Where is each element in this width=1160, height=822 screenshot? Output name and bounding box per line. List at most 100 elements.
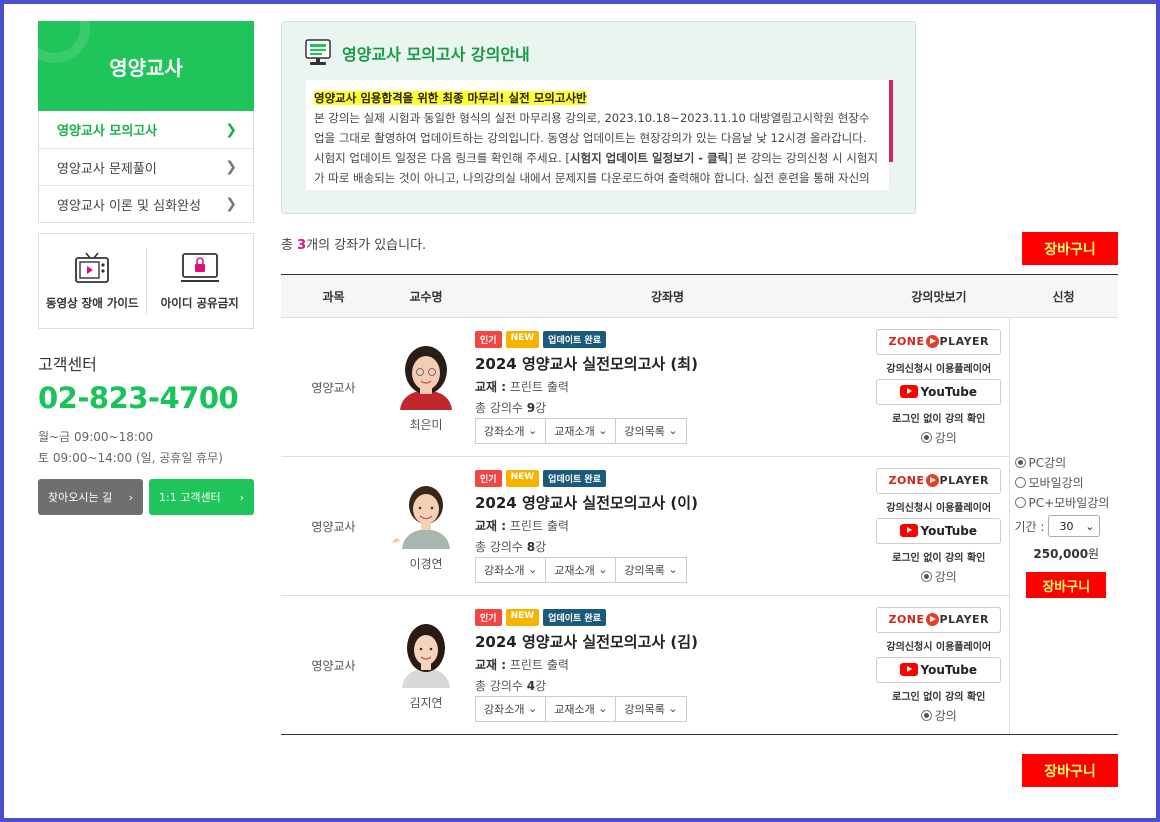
- col-apply: 신청: [1009, 274, 1118, 318]
- zone-player-button[interactable]: ZONE PLAYER: [876, 328, 1002, 355]
- option-pc-mobile[interactable]: PC+모바일강의: [1014, 494, 1119, 511]
- youtube-button[interactable]: YouTube: [876, 656, 1002, 683]
- course-button-group: 강좌소개 ⌄ 교재소개 ⌄ 강의목록 ⌄: [475, 695, 869, 722]
- badge-hot: 인기: [475, 330, 502, 348]
- chevron-right-icon: ❯: [225, 159, 237, 175]
- badge-new: NEW: [505, 608, 540, 626]
- count-suffix: 강: [535, 400, 547, 415]
- course-book: 교재 : 프린트 출력: [475, 378, 869, 395]
- id-sharing-link[interactable]: 아이디 공유금지: [145, 248, 254, 314]
- chevron-down-icon: ⌄: [668, 702, 678, 715]
- zone-player-logo: ZONE: [888, 613, 925, 626]
- zone-player-button[interactable]: ZONE PLAYER: [876, 606, 1002, 633]
- chevron-down-icon: ⌄: [527, 702, 538, 715]
- youtube-caption: 로그인 없이 강의 확인: [892, 413, 986, 425]
- sidebar-item-label: 영양교사 모의고사: [57, 124, 158, 139]
- subject-cell: 영양교사: [281, 317, 386, 457]
- badge-updated: 업데이트 완료: [543, 608, 606, 626]
- course-intro-dropdown[interactable]: 강좌소개 ⌄: [475, 695, 547, 722]
- scrollbar-thumb[interactable]: [889, 80, 893, 162]
- chevron-right-icon: ❯: [225, 121, 237, 138]
- sidebar-item-theory[interactable]: 영양교사 이론 및 심화완성 ❯: [39, 185, 253, 222]
- preview-radio[interactable]: 강의: [869, 429, 1009, 446]
- option-label: 모바일강의: [1028, 476, 1084, 490]
- directions-button[interactable]: 찾아오시는 길 ›: [38, 479, 143, 515]
- count-suffix: 강: [535, 539, 547, 554]
- course-intro-dropdown[interactable]: 강좌소개 ⌄: [475, 556, 547, 583]
- course-button-group: 강좌소개 ⌄ 교재소개 ⌄ 강의목록 ⌄: [475, 556, 869, 583]
- badge-updated: 업데이트 완료: [543, 330, 606, 348]
- preview-cell: ZONE PLAYER 강의신청시 이용플레이어 YouTube 로그인 없이 강…: [869, 595, 1009, 735]
- radio-icon: [1014, 477, 1026, 488]
- tv-icon: [75, 252, 110, 283]
- hours-saturday: 토 09:00~14:00 (일, 공휴일 휴무): [38, 451, 223, 465]
- option-pc[interactable]: PC강의: [1014, 454, 1119, 471]
- professor-name: 최은미: [409, 417, 443, 432]
- course-title[interactable]: 2024 영양교사 실전모의고사 (최): [475, 353, 869, 374]
- lecture-list-dropdown[interactable]: 강의목록 ⌄: [616, 556, 687, 583]
- dropdown-label: 강의목록: [624, 424, 665, 438]
- course-lecture-count: 총 강의수 9강: [475, 399, 869, 416]
- customer-center-phone: 02-823-4700: [38, 381, 239, 415]
- info-header: 영양교사 모의고사 강의안내: [304, 38, 530, 68]
- apply-cart-button[interactable]: 장바구니: [1026, 572, 1107, 598]
- badge-hot: 인기: [475, 608, 502, 626]
- book-intro-dropdown[interactable]: 교재소개 ⌄: [546, 695, 617, 722]
- table-row: 영양교사 이경연 인기 NEW 업데이트 완료 2024 영양교사 실전모의고사…: [281, 456, 1118, 596]
- period-select[interactable]: 30 ⌄: [1048, 515, 1101, 537]
- zone-player-button[interactable]: ZONE PLAYER: [876, 467, 1002, 494]
- cart-button-top[interactable]: 장바구니: [1022, 232, 1118, 265]
- preview-cell: ZONE PLAYER 강의신청시 이용플레이어 YouTube 로그인 없이 강…: [869, 456, 1009, 596]
- badge-group: 인기 NEW 업데이트 완료: [475, 330, 869, 348]
- youtube-button[interactable]: YouTube: [876, 378, 1002, 405]
- price-value: 250,000: [1033, 547, 1089, 561]
- cart-button-bottom[interactable]: 장바구니: [1022, 754, 1118, 787]
- schedule-link[interactable]: 시험지 업데이트 일정보기 - 클릭: [570, 151, 728, 165]
- youtube-icon: [900, 524, 919, 537]
- col-preview: 강의맛보기: [869, 274, 1009, 318]
- sidebar-menu: 영양교사 모의고사 ❯ 영양교사 문제풀이 ❯ 영양교사 이론 및 심화완성 ❯: [38, 111, 254, 223]
- professor-name: 김지연: [409, 695, 443, 710]
- info-body[interactable]: 영양교사 임용합격을 위한 최종 마무리! 실전 모의고사반 본 강의는 실제 …: [306, 80, 893, 190]
- badge-hot: 인기: [475, 469, 502, 487]
- col-professor: 교수명: [386, 274, 466, 318]
- badge-group: 인기 NEW 업데이트 완료: [475, 608, 869, 626]
- sidebar-header: 영양교사: [38, 21, 254, 111]
- chevron-down-icon: ⌄: [668, 424, 678, 437]
- professor-cell: 이경연: [386, 456, 466, 596]
- chevron-down-icon: ⌄: [668, 563, 678, 576]
- video-guide-link[interactable]: 동영상 장애 가이드: [39, 234, 146, 328]
- sidebar: 영양교사 영양교사 모의고사 ❯ 영양교사 문제풀이 ❯ 영양교사 이론 및 심…: [38, 21, 254, 515]
- book-intro-dropdown[interactable]: 교재소개 ⌄: [546, 556, 617, 583]
- course-lecture-count: 총 강의수 4강: [475, 677, 869, 694]
- chevron-down-icon: ⌄: [598, 702, 608, 715]
- professor-photo: [390, 341, 462, 410]
- professor-cell: 김지연: [386, 595, 466, 735]
- course-intro-dropdown[interactable]: 강좌소개 ⌄: [475, 417, 547, 444]
- chevron-down-icon: ⌄: [527, 424, 538, 437]
- course-title[interactable]: 2024 영양교사 실전모의고사 (김): [475, 631, 869, 652]
- youtube-button[interactable]: YouTube: [876, 517, 1002, 544]
- option-mobile[interactable]: 모바일강의: [1014, 474, 1119, 491]
- lecture-list-dropdown[interactable]: 강의목록 ⌄: [616, 417, 687, 444]
- professor-photo: [390, 480, 462, 549]
- chevron-right-icon: ›: [239, 490, 244, 504]
- one-to-one-button[interactable]: 1:1 고객센터 ›: [149, 479, 254, 515]
- radio-label: 강의: [934, 708, 957, 723]
- lecture-list-dropdown[interactable]: 강의목록 ⌄: [616, 695, 687, 722]
- preview-radio[interactable]: 강의: [869, 568, 1009, 585]
- chevron-down-icon: ⌄: [598, 563, 608, 576]
- period-row: 기간 : 30 ⌄: [1015, 515, 1119, 537]
- book-intro-dropdown[interactable]: 교재소개 ⌄: [546, 417, 617, 444]
- sidebar-item-mock-exam[interactable]: 영양교사 모의고사 ❯: [39, 111, 253, 148]
- course-table: 과목 교수명 강좌명 강의맛보기 신청 영양교사 최은미 인기 NEW 업데이트…: [281, 274, 1118, 735]
- sidebar-item-problem-solving[interactable]: 영양교사 문제풀이 ❯: [39, 148, 253, 185]
- info-scrollbar[interactable]: [889, 80, 893, 190]
- info-headline: 영양교사 임용합격을 위한 최종 마무리! 실전 모의고사반: [314, 91, 587, 105]
- guide-label: 아이디 공유금지: [160, 296, 239, 310]
- course-title[interactable]: 2024 영양교사 실전모의고사 (이): [475, 492, 869, 513]
- option-label: PC+모바일강의: [1028, 496, 1110, 510]
- youtube-label: YouTube: [920, 384, 977, 399]
- one-to-one-label: 1:1 고객센터: [159, 491, 221, 504]
- preview-radio[interactable]: 강의: [869, 707, 1009, 724]
